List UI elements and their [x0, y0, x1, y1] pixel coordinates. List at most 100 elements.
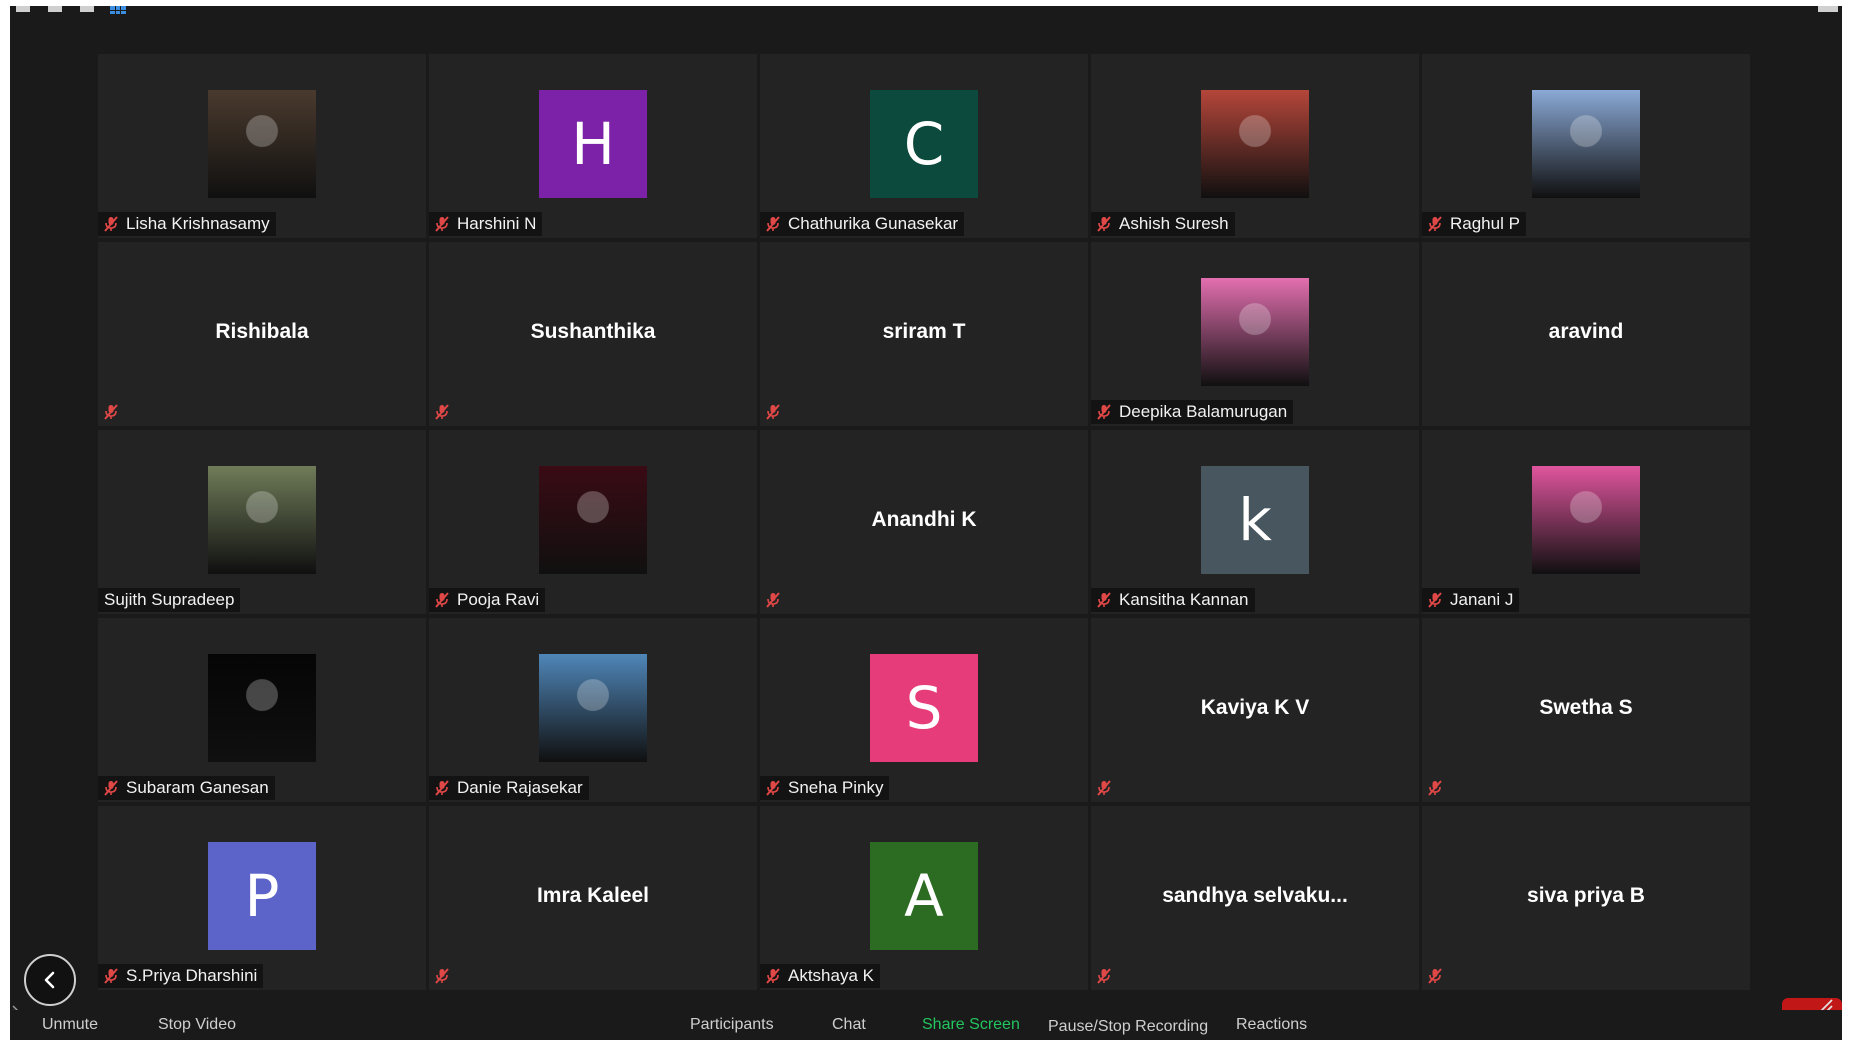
participant-nameplate: Harshini N: [429, 212, 543, 236]
participant-tile[interactable]: S Sneha Pinky: [760, 618, 1088, 802]
participant-name: sriram T: [882, 320, 966, 343]
participant-tile[interactable]: Imra Kaleel: [429, 806, 757, 990]
participant-tile[interactable]: Kaviya K V: [1091, 618, 1419, 802]
profile-photo: [1532, 90, 1640, 198]
participant-tile[interactable]: Anandhi K: [760, 430, 1088, 614]
participant-nameplate: Ashish Suresh: [1091, 212, 1235, 236]
mic-muted-icon: [766, 404, 780, 420]
participant-tile[interactable]: Sujith Supradeep: [98, 430, 426, 614]
minimize-icon[interactable]: [16, 6, 30, 12]
participant-tile[interactable]: P S.Priya Dharshini: [98, 806, 426, 990]
mic-muted-icon: [1097, 216, 1111, 232]
mic-muted-icon: [435, 216, 449, 232]
participant-name: Anandhi K: [871, 508, 977, 531]
participant-gallery: Lisha Krishnasamy H Harshini N C Chathurika …: [98, 54, 1750, 990]
participant-tile[interactable]: A Aktshaya K: [760, 806, 1088, 990]
participant-tile[interactable]: Ashish Suresh: [1091, 54, 1419, 238]
mute-indicator: [764, 588, 788, 612]
participant-name: Raghul P: [1450, 214, 1520, 233]
participant-tile[interactable]: C Chathurika Gunasekar: [760, 54, 1088, 238]
participant-nameplate: Subaram Ganesan: [98, 776, 275, 800]
mic-muted-icon: [435, 968, 449, 984]
meeting-toolbar: Unmute Stop Video Participants Chat Shar…: [10, 1010, 1842, 1040]
stop-video-button[interactable]: Stop Video: [158, 1016, 236, 1034]
participant-nameplate: Sujith Supradeep: [98, 588, 241, 612]
participant-name: aravind: [1548, 320, 1624, 343]
participant-tile[interactable]: k Kansitha Kannan: [1091, 430, 1419, 614]
profile-photo: [539, 654, 647, 762]
participant-tile[interactable]: Janani J: [1422, 430, 1750, 614]
avatar-initial: k: [1238, 486, 1272, 554]
mic-muted-icon: [1428, 216, 1442, 232]
participant-name: sandhya selvaku...: [1162, 884, 1348, 907]
participant-tile[interactable]: aravind: [1422, 242, 1750, 426]
participant-tile[interactable]: siva priya B: [1422, 806, 1750, 990]
participant-name: Kansitha Kannan: [1119, 590, 1249, 609]
participant-nameplate: Raghul P: [1422, 212, 1526, 236]
participant-tile[interactable]: Pooja Ravi: [429, 430, 757, 614]
participants-button[interactable]: Participants: [690, 1016, 774, 1034]
previous-page-button[interactable]: [24, 954, 76, 1006]
participant-tile[interactable]: Raghul P: [1422, 54, 1750, 238]
participant-name: Aktshaya K: [788, 966, 874, 985]
participant-tile[interactable]: H Harshini N: [429, 54, 757, 238]
participant-tile[interactable]: Sushanthika: [429, 242, 757, 426]
mic-muted-icon: [766, 780, 780, 796]
initial-avatar: H: [539, 90, 647, 198]
participant-name: Sujith Supradeep: [104, 590, 235, 609]
profile-photo: [1201, 278, 1309, 386]
avatar-initial: H: [571, 110, 615, 178]
fullscreen-icon[interactable]: [80, 6, 94, 12]
initial-avatar: A: [870, 842, 978, 950]
participant-nameplate: S.Priya Dharshini: [98, 964, 264, 988]
participant-tile[interactable]: Danie Rajasekar: [429, 618, 757, 802]
mic-muted-icon: [435, 404, 449, 420]
mic-muted-icon: [1097, 404, 1111, 420]
participant-tile[interactable]: Deepika Balamurugan: [1091, 242, 1419, 426]
mic-muted-icon: [1428, 968, 1442, 984]
gallery-view-icon[interactable]: [110, 6, 126, 14]
initial-avatar: C: [870, 90, 978, 198]
participant-name: Swetha S: [1539, 696, 1633, 719]
participant-nameplate: Pooja Ravi: [429, 588, 546, 612]
avatar-initial: A: [904, 862, 944, 930]
mute-indicator: [1095, 776, 1119, 800]
avatar-initial: C: [903, 110, 945, 178]
participant-tile[interactable]: sandhya selvaku...: [1091, 806, 1419, 990]
participant-tile[interactable]: Subaram Ganesan: [98, 618, 426, 802]
participant-tile[interactable]: Lisha Krishnasamy: [98, 54, 426, 238]
participant-nameplate: Janani J: [1422, 588, 1520, 612]
participant-name: Chathurika Gunasekar: [788, 214, 959, 233]
unmute-button[interactable]: Unmute: [42, 1016, 98, 1034]
avatar-initial: P: [244, 862, 280, 930]
participant-name: Lisha Krishnasamy: [126, 214, 270, 233]
initial-avatar: S: [870, 654, 978, 762]
participant-name: Ashish Suresh: [1119, 214, 1229, 233]
profile-photo: [208, 654, 316, 762]
participant-name: Pooja Ravi: [457, 590, 540, 609]
profile-photo: [539, 466, 647, 574]
mic-muted-icon: [104, 968, 118, 984]
mic-muted-icon: [1428, 592, 1442, 608]
participant-nameplate: Deepika Balamurugan: [1091, 400, 1294, 424]
mic-muted-icon: [766, 968, 780, 984]
participant-name: Subaram Ganesan: [126, 778, 269, 797]
mic-muted-icon: [104, 780, 118, 796]
chat-button[interactable]: Chat: [832, 1016, 866, 1034]
participant-tile[interactable]: sriram T: [760, 242, 1088, 426]
participant-name: Harshini N: [457, 214, 537, 233]
profile-photo: [208, 90, 316, 198]
reactions-button[interactable]: Reactions: [1236, 1016, 1307, 1034]
participant-name: Imra Kaleel: [536, 884, 650, 907]
participant-name: Janani J: [1450, 590, 1514, 609]
participant-nameplate: Kansitha Kannan: [1091, 588, 1255, 612]
participant-tile[interactable]: Swetha S: [1422, 618, 1750, 802]
window-icon[interactable]: [48, 6, 62, 12]
participant-nameplate: Aktshaya K: [760, 964, 880, 988]
maximize-icon[interactable]: [1818, 6, 1838, 12]
share-screen-button[interactable]: Share Screen: [922, 1016, 1020, 1034]
profile-photo: [1201, 90, 1309, 198]
recording-button[interactable]: Pause/Stop Recording: [1048, 1018, 1208, 1036]
participant-nameplate: Sneha Pinky: [760, 776, 890, 800]
participant-tile[interactable]: Rishibala: [98, 242, 426, 426]
